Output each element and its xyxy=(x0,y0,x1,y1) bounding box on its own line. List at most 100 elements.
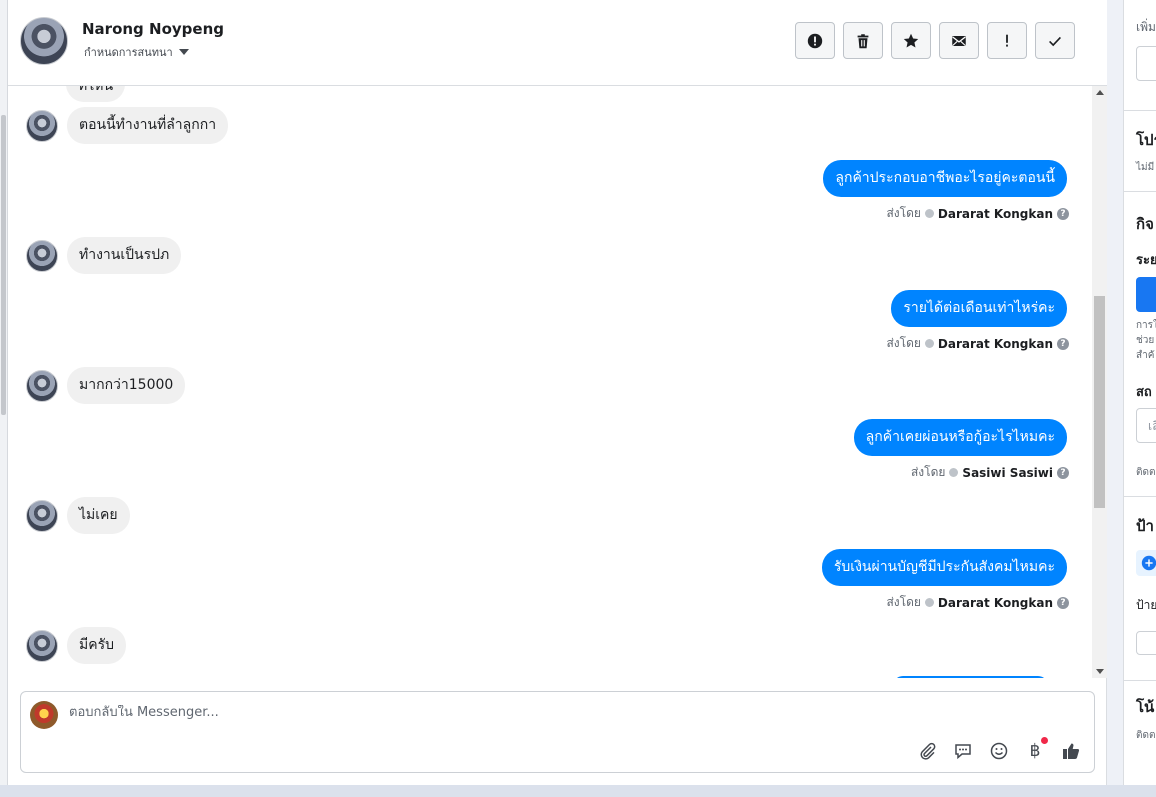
help-icon[interactable]: ? xyxy=(1057,207,1069,220)
divider xyxy=(1124,680,1156,681)
incoming-message: มีครับ xyxy=(26,627,126,664)
sent-by-line: ส่งโดย Dararat Kongkan ? xyxy=(886,593,1069,612)
help-icon[interactable]: ? xyxy=(1057,337,1069,350)
attach-button[interactable] xyxy=(916,740,938,762)
contact-hint: ติดต xyxy=(1136,467,1156,478)
speech-bubble-icon xyxy=(955,744,971,760)
message-bubble-outgoing[interactable]: ลูกค้าประกอบอาชีพอะไรอยู่คะตอนนี้ xyxy=(823,160,1067,197)
delete-button[interactable] xyxy=(843,22,883,59)
agent-name[interactable]: Sasiwi Sasiwi xyxy=(962,466,1053,480)
left-scrollbar[interactable] xyxy=(0,0,8,797)
page-avatar xyxy=(30,701,58,729)
envelope-icon xyxy=(952,35,966,46)
notes-hint: ติดต xyxy=(1136,730,1156,741)
profile-section-title: โปร xyxy=(1136,131,1156,149)
contact-avatar-small[interactable] xyxy=(26,109,58,142)
assign-conversation-dropdown[interactable]: กำหนดการสนทนา xyxy=(84,43,189,61)
contact-avatar-small[interactable] xyxy=(26,629,58,662)
status-label: สถ xyxy=(1136,385,1152,400)
message-bubble-outgoing[interactable]: รับเงินผ่านบัญชีมีประกันสังคมไหมคะ xyxy=(821,549,1067,586)
contact-avatar-small[interactable] xyxy=(26,239,58,272)
exclamation-icon xyxy=(1006,34,1008,47)
conversation-header: Narong Noypeng กำหนดการสนทนา xyxy=(8,0,1107,86)
incoming-message: ทำงานเป็นรปภ xyxy=(26,237,182,274)
incoming-message: มากกว่า15000 xyxy=(26,367,186,404)
labels-section-title: ป้า xyxy=(1136,517,1154,535)
left-scrollbar-thumb[interactable] xyxy=(1,115,6,415)
contact-avatar[interactable] xyxy=(20,17,68,65)
contact-avatar-small[interactable] xyxy=(26,499,58,532)
agent-name[interactable]: Dararat Kongkan xyxy=(938,337,1053,351)
reply-composer: ฿ xyxy=(20,691,1095,773)
status-select[interactable]: เลื xyxy=(1136,408,1156,443)
messenger-inbox: Narong Noypeng กำหนดการสนทนา ที่ไหน ตอนน… xyxy=(0,0,1156,797)
bottom-bar xyxy=(0,785,1156,797)
message-bubble-outgoing[interactable]: ลูกค้าเคยผ่อนหรือกู้อะไรไหมคะ xyxy=(853,419,1067,456)
caret-down-icon xyxy=(178,49,189,55)
baht-icon: ฿ xyxy=(1029,741,1041,761)
label-input[interactable] xyxy=(1136,631,1156,655)
agent-name[interactable]: Dararat Kongkan xyxy=(938,207,1053,221)
star-button[interactable] xyxy=(891,22,931,59)
alert-circle-icon xyxy=(807,33,823,48)
like-button[interactable] xyxy=(1060,740,1082,762)
notes-section-title: โน้ xyxy=(1136,698,1155,716)
check-icon xyxy=(1049,36,1061,46)
activity-description-line: การใ xyxy=(1136,320,1156,331)
incoming-message: ตอนนี้ทำงานที่ลำลูกกา xyxy=(26,107,229,144)
agent-dot-icon xyxy=(949,468,959,477)
paperclip-icon xyxy=(920,742,936,760)
follow-up-button[interactable] xyxy=(987,22,1027,59)
composer-tools: ฿ xyxy=(916,737,1082,762)
sent-by-label: ส่งโดย xyxy=(886,336,921,350)
labels-sub: ป้าย xyxy=(1136,598,1156,612)
smiley-icon xyxy=(990,742,1008,760)
message-list[interactable]: ที่ไหน ตอนนี้ทำงานที่ลำลูกกา ลูกค้าประกอ… xyxy=(8,86,1107,678)
divider xyxy=(1124,191,1156,192)
contact-avatar-small[interactable] xyxy=(26,369,58,402)
saved-replies-button[interactable] xyxy=(952,740,974,762)
mark-spam-button[interactable] xyxy=(795,22,835,59)
message-bubble-incoming[interactable]: ตอนนี้ทำงานที่ลำลูกกา xyxy=(67,107,229,144)
emoji-button[interactable] xyxy=(988,740,1010,762)
sent-by-label: ส่งโดย xyxy=(886,595,921,609)
divider xyxy=(1124,110,1156,111)
contact-name[interactable]: Narong Noypeng xyxy=(82,20,224,38)
agent-dot-icon xyxy=(924,209,934,218)
message-bubble-incoming: ที่ไหน xyxy=(66,86,126,102)
sent-by-line: ส่งโดย Sasiwi Sasiwi ? xyxy=(911,463,1069,482)
add-label-button[interactable] xyxy=(1136,550,1156,576)
help-icon[interactable]: ? xyxy=(1057,596,1069,609)
agent-name[interactable]: Dararat Kongkan xyxy=(938,596,1053,610)
thumbs-up-icon xyxy=(1063,743,1080,759)
incoming-message: ไม่เคย xyxy=(26,497,130,534)
message-bubble-incoming[interactable]: มากกว่า15000 xyxy=(67,367,186,404)
scroll-down-arrow-icon[interactable] xyxy=(1096,669,1104,674)
sent-by-label: ส่งโดย xyxy=(910,465,946,479)
assign-conversation-label: กำหนดการสนทนา xyxy=(84,46,173,59)
mark-unread-button[interactable] xyxy=(939,22,979,59)
add-field-button[interactable] xyxy=(1136,46,1156,81)
activity-primary-button[interactable] xyxy=(1136,277,1156,312)
payment-button[interactable]: ฿ xyxy=(1024,737,1048,762)
plus-icon xyxy=(1141,555,1156,571)
reply-input[interactable] xyxy=(69,705,669,720)
sent-by-line: ส่งโดย Dararat Kongkan ? xyxy=(886,334,1069,353)
sent-by-line: ส่งโดย Dararat Kongkan ? xyxy=(886,204,1069,223)
help-icon[interactable]: ? xyxy=(1057,466,1069,479)
message-bubble-outgoing[interactable]: รายได้ต่อเดือนเท่าไหร่คะ xyxy=(891,290,1067,327)
agent-dot-icon xyxy=(924,339,934,348)
message-bubble-incoming[interactable]: ไม่เคย xyxy=(67,497,130,534)
divider xyxy=(1124,496,1156,497)
message-scrollbar[interactable] xyxy=(1092,86,1107,678)
agent-dot-icon xyxy=(924,598,934,607)
mark-done-button[interactable] xyxy=(1035,22,1075,59)
notification-dot-icon xyxy=(1041,737,1048,744)
message-bubble-incoming[interactable]: มีครับ xyxy=(67,627,126,664)
add-label: เพิ่ม xyxy=(1136,20,1156,34)
activity-section-title: กิจ xyxy=(1136,215,1154,233)
right-info-panel: เพิ่ม โปร ไม่มี กิจ ระย การใ ช่วย สำคั ส… xyxy=(1123,0,1156,785)
message-scrollbar-thumb[interactable] xyxy=(1094,296,1105,508)
message-bubble-incoming[interactable]: ทำงานเป็นรปภ xyxy=(67,237,182,274)
scroll-up-arrow-icon[interactable] xyxy=(1096,90,1104,95)
